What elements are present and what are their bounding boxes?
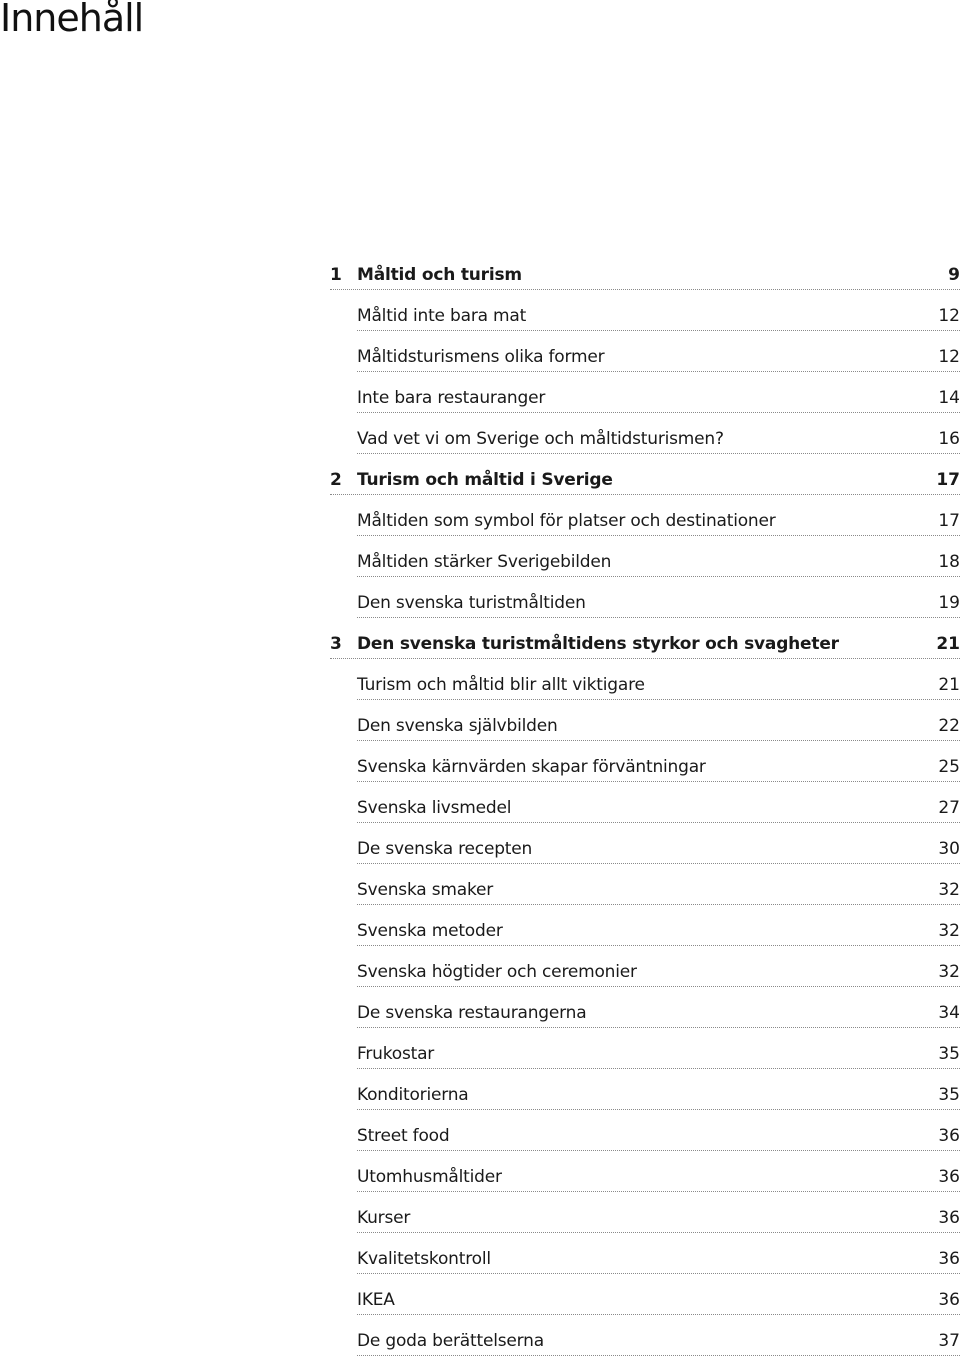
page-number: 27 [938, 798, 960, 818]
toc-section-row[interactable]: Svenska metoder 32 [357, 905, 960, 946]
page-number: 37 [938, 1331, 960, 1351]
page-number: 36 [938, 1126, 960, 1146]
toc-section-row[interactable]: Inte bara restauranger 14 [357, 372, 960, 413]
toc-section-row[interactable]: Svenska livsmedel 27 [357, 782, 960, 823]
page-number: 21 [938, 675, 960, 695]
page-number: 17 [936, 470, 960, 490]
chapter-title: Den svenska turistmåltidens styrkor och … [357, 634, 839, 654]
page-number: 14 [938, 388, 960, 408]
page-number: 16 [938, 429, 960, 449]
page-number: 30 [938, 839, 960, 859]
table-of-contents: 1 Måltid och turism 9 Måltid inte bara mat 1… [330, 262, 960, 1356]
section-title: Frukostar [357, 1044, 435, 1064]
section-title: Vad vet vi om Sverige och måltidsturisme… [357, 429, 724, 449]
section-title: Den svenska självbilden [357, 716, 558, 736]
toc-chapter-row[interactable]: 2 Turism och måltid i Sverige 17 [330, 454, 960, 495]
toc-section-row[interactable]: Svenska kärnvärden skapar förväntningar 2… [357, 741, 960, 782]
toc-section-row[interactable]: Den svenska självbilden 22 [357, 700, 960, 741]
toc-section-row[interactable]: Den svenska turistmåltiden 19 [357, 577, 960, 618]
section-title: Svenska kärnvärden skapar förväntningar [357, 757, 706, 777]
page-number: 36 [938, 1249, 960, 1269]
page-title: Innehåll [0, 0, 144, 40]
page-number: 19 [938, 593, 960, 613]
toc-section-row[interactable]: Svenska högtider och ceremonier 32 [357, 946, 960, 987]
chapter-number: 2 [330, 470, 342, 490]
page-number: 9 [948, 265, 960, 285]
section-title: IKEA [357, 1290, 395, 1310]
page-number: 36 [938, 1208, 960, 1228]
toc-section-row[interactable]: Kurser 36 [357, 1192, 960, 1233]
section-title: Utomhusmåltider [357, 1167, 502, 1187]
toc-section-row[interactable]: Svenska smaker 32 [357, 864, 960, 905]
toc-section-row[interactable]: Kvalitetskontroll 36 [357, 1233, 960, 1274]
section-title: Måltiden som symbol för platser och dest… [357, 511, 776, 531]
section-title: Måltid inte bara mat [357, 306, 527, 326]
toc-section-row[interactable]: Måltid inte bara mat 12 [357, 290, 960, 331]
section-title: Turism och måltid blir allt viktigare [357, 675, 645, 695]
toc-section-row[interactable]: Street food 36 [357, 1110, 960, 1151]
toc-section-row[interactable]: Utomhusmåltider 36 [357, 1151, 960, 1192]
section-title: De goda berättelserna [357, 1331, 544, 1351]
section-title: De svenska restaurangerna [357, 1003, 587, 1023]
section-title: Inte bara restauranger [357, 388, 546, 408]
toc-chapter-row[interactable]: 1 Måltid och turism 9 [330, 262, 960, 290]
page-number: 32 [938, 962, 960, 982]
page-number: 36 [938, 1290, 960, 1310]
section-title: Måltiden stärker Sverigebilden [357, 552, 612, 572]
section-title: Street food [357, 1126, 450, 1146]
page-number: 35 [938, 1044, 960, 1064]
chapter-title: Turism och måltid i Sverige [357, 470, 613, 490]
toc-section-row[interactable]: Måltiden som symbol för platser och dest… [357, 495, 960, 536]
toc-section-row[interactable]: Vad vet vi om Sverige och måltidsturisme… [357, 413, 960, 454]
page-number: 35 [938, 1085, 960, 1105]
page-number: 36 [938, 1167, 960, 1187]
section-title: Måltidsturismens olika former [357, 347, 605, 367]
toc-section-row[interactable]: De svenska restaurangerna 34 [357, 987, 960, 1028]
section-title: Den svenska turistmåltiden [357, 593, 586, 613]
toc-section-row[interactable]: Frukostar 35 [357, 1028, 960, 1069]
page-number: 12 [938, 306, 960, 326]
section-title: Svenska metoder [357, 921, 503, 941]
toc-section-row[interactable]: IKEA 36 [357, 1274, 960, 1315]
page-number: 32 [938, 880, 960, 900]
section-title: Svenska smaker [357, 880, 494, 900]
toc-section-row[interactable]: Turism och måltid blir allt viktigare 21 [357, 659, 960, 700]
section-title: De svenska recepten [357, 839, 533, 859]
toc-chapter-row[interactable]: 3 Den svenska turistmåltidens styrkor och… [330, 618, 960, 659]
page-number: 21 [936, 634, 960, 654]
chapter-number: 3 [330, 634, 342, 654]
chapter-title: Måltid och turism [357, 265, 522, 285]
toc-section-row[interactable]: De goda berättelserna 37 [357, 1315, 960, 1356]
page-number: 12 [938, 347, 960, 367]
toc-section-row[interactable]: De svenska recepten 30 [357, 823, 960, 864]
page-number: 18 [938, 552, 960, 572]
section-title: Kurser [357, 1208, 411, 1228]
page-number: 25 [938, 757, 960, 777]
section-title: Konditorierna [357, 1085, 469, 1105]
toc-section-row[interactable]: Måltidsturismens olika former 12 [357, 331, 960, 372]
section-title: Svenska högtider och ceremonier [357, 962, 637, 982]
toc-section-row[interactable]: Måltiden stärker Sverigebilden 18 [357, 536, 960, 577]
chapter-number: 1 [330, 265, 342, 285]
page-number: 32 [938, 921, 960, 941]
page-number: 17 [938, 511, 960, 531]
section-title: Kvalitetskontroll [357, 1249, 491, 1269]
section-title: Svenska livsmedel [357, 798, 512, 818]
page-number: 22 [938, 716, 960, 736]
toc-section-row[interactable]: Konditorierna 35 [357, 1069, 960, 1110]
page-number: 34 [938, 1003, 960, 1023]
